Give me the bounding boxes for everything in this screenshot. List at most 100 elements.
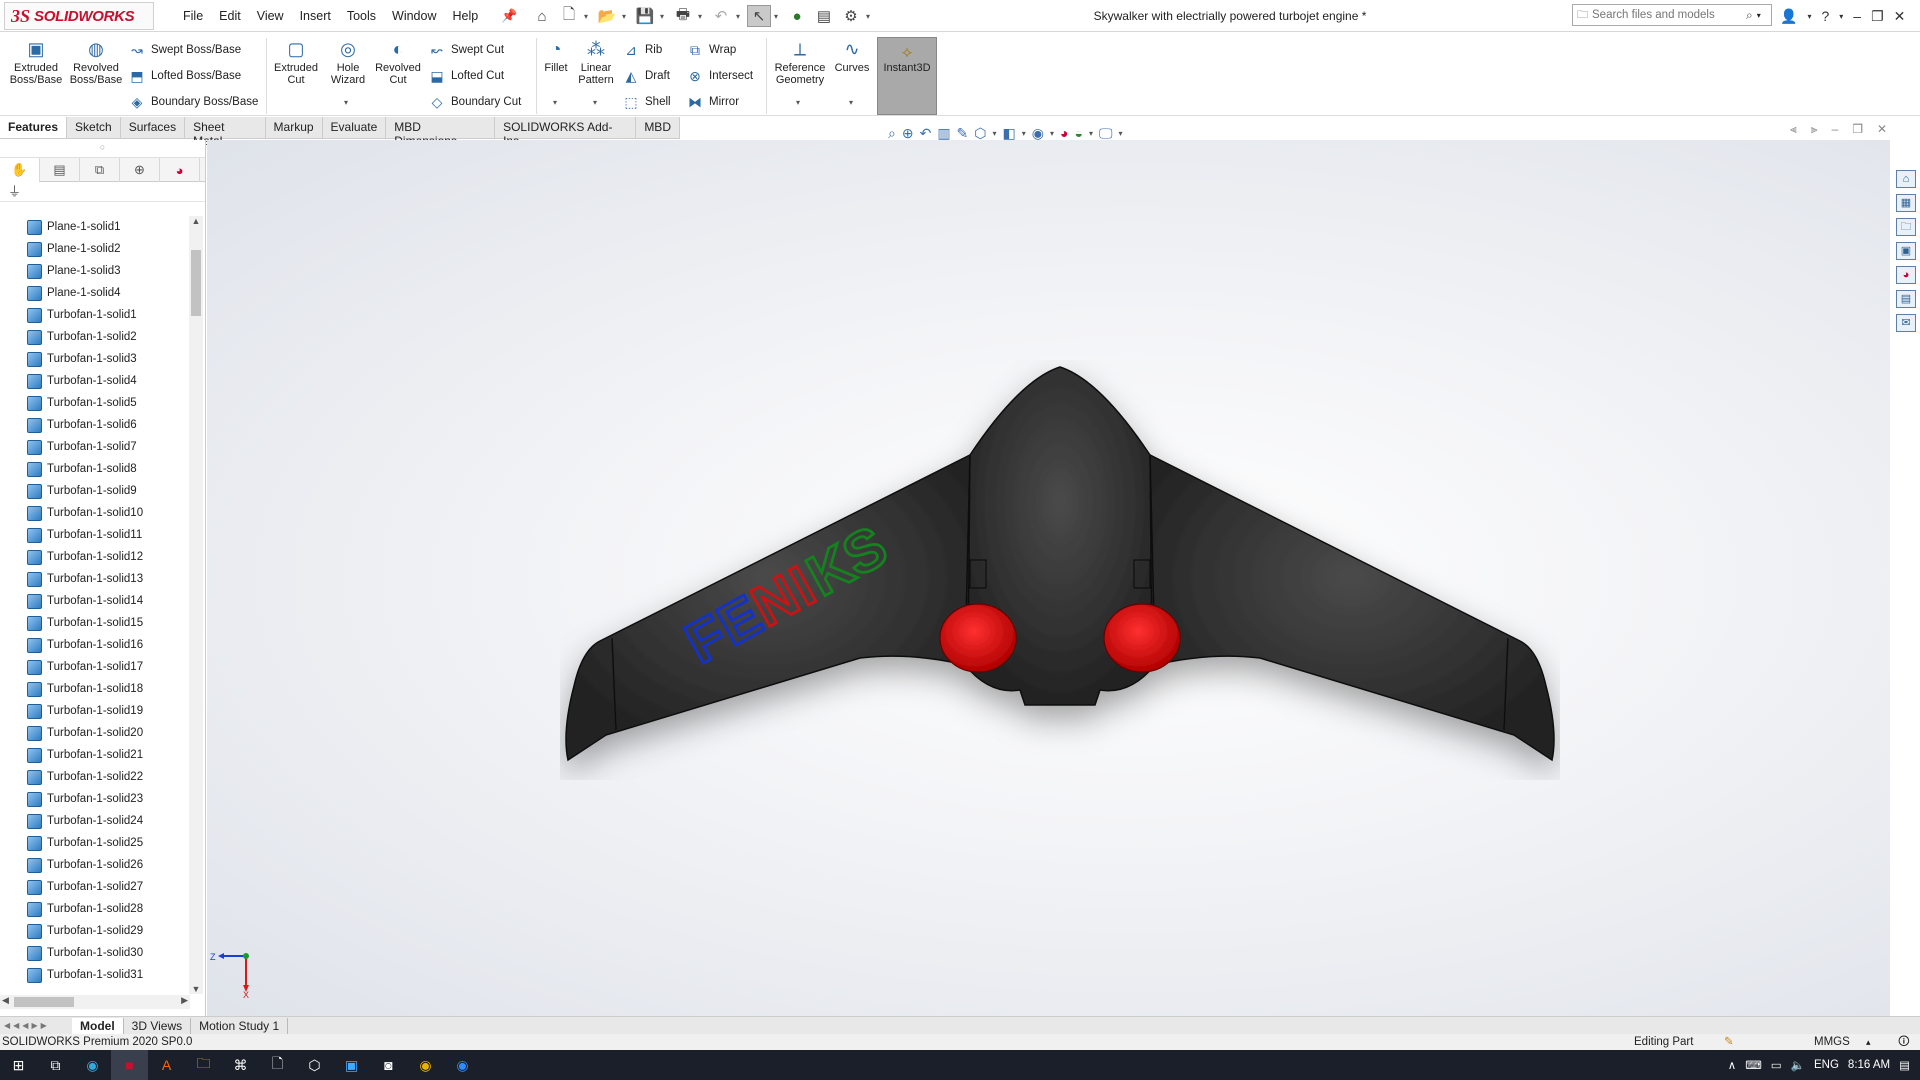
zoom-to-area-icon[interactable]: ⊕ [902, 125, 914, 142]
app-icon[interactable]: ⬡ [296, 1050, 333, 1080]
rib-button[interactable]: ⊿ Rib [622, 39, 662, 61]
scroll-up-icon[interactable]: ▲ [189, 216, 203, 226]
acrobat-icon[interactable]: A [148, 1050, 185, 1080]
minimize-icon[interactable]: – [1853, 8, 1861, 24]
app-icon[interactable]: ▣ [333, 1050, 370, 1080]
tree-item[interactable]: Turbofan-1-solid30 [0, 942, 190, 964]
extruded-cut-button[interactable]: ▢ Extruded Cut [268, 38, 324, 86]
traffic-light-icon[interactable]: ● [785, 5, 809, 27]
file-properties-icon[interactable]: ▤ [812, 5, 836, 27]
chevron-down-icon[interactable]: ▾ [593, 98, 597, 107]
chevron-down-icon[interactable]: ▾ [622, 12, 630, 21]
help-icon[interactable]: ? [1821, 8, 1829, 24]
tree-item[interactable]: Turbofan-1-solid6 [0, 414, 190, 436]
chevron-down-icon[interactable]: ▾ [553, 98, 557, 107]
open-icon[interactable]: 📂 [595, 5, 619, 27]
units-selector[interactable]: MMGS [1814, 1034, 1850, 1050]
file-explorer-icon[interactable]: 🗀 [1896, 218, 1916, 236]
solidworks-resources-icon[interactable]: ⌂ [1896, 170, 1916, 188]
view-palette-icon[interactable]: ▣ [1896, 242, 1916, 260]
chevron-down-icon[interactable]: ▾ [1022, 129, 1026, 138]
camera-icon[interactable]: ◙ [370, 1050, 407, 1080]
tree-item[interactable]: Turbofan-1-solid27 [0, 876, 190, 898]
tree-item[interactable]: Turbofan-1-solid24 [0, 810, 190, 832]
tree-item[interactable]: Turbofan-1-solid16 [0, 634, 190, 656]
tree-item[interactable]: Turbofan-1-solid7 [0, 436, 190, 458]
scroll-right-icon[interactable]: ▶ [181, 995, 188, 1006]
app-icon[interactable]: ⌘ [222, 1050, 259, 1080]
task-view-icon[interactable]: ⧉ [37, 1050, 74, 1080]
feature-manager-tab-icon[interactable]: ✋ [0, 158, 40, 182]
shell-button[interactable]: ⬚ Shell [622, 91, 670, 113]
chevron-up-icon[interactable]: ▴ [1866, 1034, 1871, 1050]
draft-button[interactable]: ◭ Draft [622, 65, 670, 87]
clock[interactable]: 8:16 AM [1848, 1059, 1890, 1071]
dynamic-annotation-icon[interactable]: ✎ [957, 125, 969, 142]
display-manager-tab-icon[interactable]: ◕ [160, 158, 200, 182]
tab-sheet-metal[interactable]: Sheet Metal [185, 117, 266, 148]
dimxpert-manager-tab-icon[interactable]: ⊕ [120, 158, 160, 182]
tree-item[interactable]: Turbofan-1-solid11 [0, 524, 190, 546]
windows-start-icon[interactable]: ⊞ [0, 1050, 37, 1080]
chevron-down-icon[interactable]: ▾ [698, 12, 706, 21]
user-icon[interactable]: 👤 [1780, 8, 1797, 25]
intersect-button[interactable]: ⊗ Intersect [686, 65, 753, 87]
chevron-down-icon[interactable]: ▾ [736, 12, 744, 21]
close-icon[interactable]: ✕ [1877, 122, 1887, 137]
menu-insert[interactable]: Insert [293, 5, 338, 27]
minimize-icon[interactable]: – [1832, 122, 1839, 137]
app-icon[interactable]: ◉ [74, 1050, 111, 1080]
tree-item[interactable]: Turbofan-1-solid18 [0, 678, 190, 700]
tab-mbd-dimensions[interactable]: MBD Dimensions [386, 117, 496, 148]
tree-item[interactable]: Turbofan-1-solid26 [0, 854, 190, 876]
notepad-icon[interactable]: 🗋 [259, 1050, 296, 1080]
chevron-down-icon[interactable]: ▾ [1839, 12, 1843, 21]
solidworks-taskbar-icon[interactable]: ■ [111, 1050, 148, 1080]
linear-pattern-button[interactable]: ⁂ Linear Pattern [568, 38, 624, 86]
tab-navigation-arrows-icon[interactable]: ◀◀◀▶▶ [0, 1021, 72, 1030]
scroll-down-icon[interactable]: ▼ [189, 984, 203, 994]
apply-scene-icon[interactable]: ◒ [1074, 125, 1082, 141]
pin-icon[interactable]: 📌 [501, 8, 517, 24]
tab-3d-views[interactable]: 3D Views [124, 1017, 192, 1034]
tooltip-icon[interactable]: 🛈 [1898, 1034, 1910, 1050]
tree-item[interactable]: Turbofan-1-solid4 [0, 370, 190, 392]
chevron-down-icon[interactable]: ▾ [1050, 129, 1054, 138]
zoom-to-fit-icon[interactable]: ⌕ [888, 125, 896, 142]
configuration-manager-tab-icon[interactable]: ⧉ [80, 158, 120, 182]
options-gear-icon[interactable]: ⚙ [839, 5, 863, 27]
view-orientation-icon[interactable]: ⬡ [974, 125, 986, 142]
tree-item[interactable]: Turbofan-1-solid17 [0, 656, 190, 678]
restore-icon[interactable]: ❐ [1871, 8, 1884, 25]
instant3d-button[interactable]: ⟡ Instant3D [877, 37, 937, 115]
tree-item[interactable]: Turbofan-1-solid10 [0, 502, 190, 524]
restore-icon[interactable]: ❐ [1852, 122, 1863, 137]
chevron-down-icon[interactable]: ▾ [1807, 12, 1811, 21]
property-manager-tab-icon[interactable]: ▤ [40, 158, 80, 182]
menu-edit[interactable]: Edit [212, 5, 248, 27]
menu-help[interactable]: Help [446, 5, 486, 27]
custom-properties-icon[interactable]: ▤ [1896, 290, 1916, 308]
chevron-down-icon[interactable]: ▾ [774, 12, 782, 21]
tree-item[interactable]: Turbofan-1-solid1 [0, 304, 190, 326]
appearances-icon[interactable]: ◕ [1896, 266, 1916, 284]
tab-evaluate[interactable]: Evaluate [322, 117, 387, 138]
curves-button[interactable]: ∿ Curves [824, 38, 880, 74]
tab-model[interactable]: Model [72, 1017, 124, 1034]
tree-item[interactable]: Turbofan-1-solid5 [0, 392, 190, 414]
tree-item[interactable]: Turbofan-1-solid22 [0, 766, 190, 788]
lofted-boss-button[interactable]: ⬒ Lofted Boss/Base [128, 65, 241, 87]
zoom-icon[interactable]: ◉ [444, 1050, 481, 1080]
chevron-down-icon[interactable]: ▾ [660, 12, 668, 21]
search-icon[interactable]: ⌕ [1746, 8, 1753, 23]
tree-item[interactable]: Turbofan-1-solid14 [0, 590, 190, 612]
lofted-cut-button[interactable]: ⬓ Lofted Cut [428, 65, 504, 87]
design-library-icon[interactable]: ▦ [1896, 194, 1916, 212]
notifications-icon[interactable]: ▤ [1899, 1058, 1910, 1072]
chevron-down-icon[interactable]: ▾ [584, 12, 592, 21]
tree-item[interactable]: Turbofan-1-solid25 [0, 832, 190, 854]
menu-window[interactable]: Window [385, 5, 443, 27]
chevron-down-icon[interactable]: ▾ [993, 129, 997, 138]
mirror-button[interactable]: ⧓ Mirror [686, 91, 739, 113]
tab-features[interactable]: Features [0, 117, 68, 138]
